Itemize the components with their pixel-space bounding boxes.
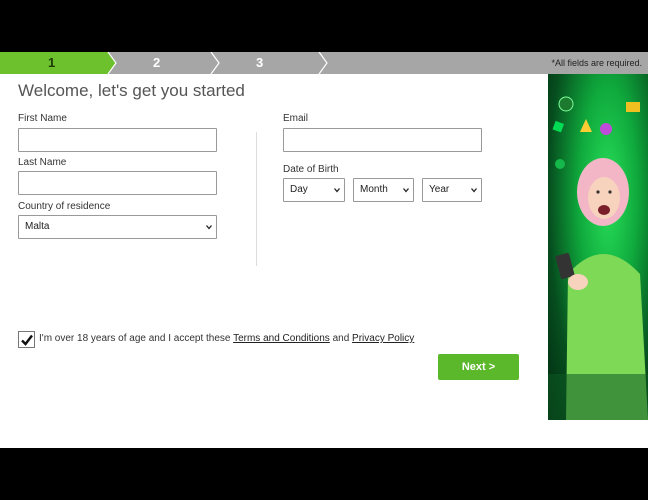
step-1-label: 1 xyxy=(48,55,56,70)
next-button[interactable]: Next > xyxy=(438,354,519,380)
promo-illustration xyxy=(548,96,648,420)
required-fields-note: *All fields are required. xyxy=(551,58,642,68)
column-divider xyxy=(256,132,257,266)
age-terms-checkbox[interactable] xyxy=(18,331,35,348)
email-field[interactable] xyxy=(283,128,482,152)
privacy-link[interactable]: Privacy Policy xyxy=(352,333,414,344)
first-name-field[interactable] xyxy=(18,128,217,152)
promo-image xyxy=(548,74,648,420)
step-3: 3 xyxy=(256,55,264,70)
country-label: Country of residence xyxy=(18,201,111,212)
chevron-right-icon xyxy=(318,52,328,74)
step-1: 1 xyxy=(0,52,108,74)
agreement-prefix: I'm over 18 years of age and I accept th… xyxy=(39,333,231,344)
chevron-right-icon xyxy=(104,52,117,74)
checkmark-icon xyxy=(21,334,33,346)
agreement-joiner: and xyxy=(332,333,350,344)
dob-label: Date of Birth xyxy=(283,164,339,175)
step-2: 2 xyxy=(153,55,161,70)
dob-month-select[interactable]: Month xyxy=(353,178,414,202)
first-name-label: First Name xyxy=(18,113,67,124)
step-progress-bar: 1 2 3 *All fields are required. xyxy=(0,52,648,74)
country-select-value: Malta xyxy=(25,221,50,232)
page-title: Welcome, let's get you started xyxy=(18,81,245,100)
terms-link[interactable]: Terms and Conditions xyxy=(233,333,330,344)
dob-month-value: Month xyxy=(360,184,388,195)
agreement-text: I'm over 18 years of age and I accept th… xyxy=(39,333,414,344)
chevron-down-icon xyxy=(403,188,409,193)
chevron-down-icon xyxy=(334,188,340,193)
chevron-right-icon xyxy=(210,52,220,74)
registration-page: 1 2 3 *All fields are required. Welcome,… xyxy=(0,52,648,448)
dob-day-value: Day xyxy=(290,184,308,195)
chevron-down-icon xyxy=(206,225,212,230)
dob-day-select[interactable]: Day xyxy=(283,178,345,202)
last-name-field[interactable] xyxy=(18,171,217,195)
dob-year-value: Year xyxy=(429,184,450,195)
chevron-down-icon xyxy=(471,188,477,193)
country-select[interactable]: Malta xyxy=(18,215,217,239)
email-label: Email xyxy=(283,113,309,124)
dob-year-select[interactable]: Year xyxy=(422,178,482,202)
last-name-label: Last Name xyxy=(18,157,67,168)
